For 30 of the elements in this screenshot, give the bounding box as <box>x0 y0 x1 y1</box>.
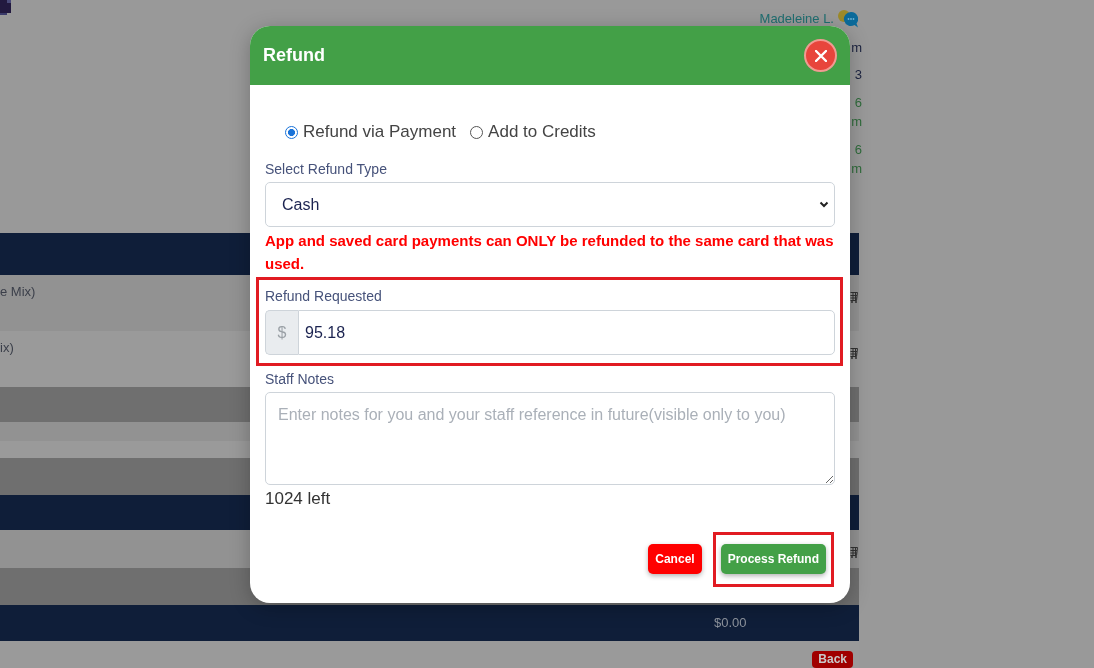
refund-amount-field[interactable]: 95.18 <box>298 310 835 355</box>
item-name: ix) <box>0 340 14 356</box>
document-icon <box>0 0 11 15</box>
radio-option[interactable]: Refund via Payment <box>285 121 457 143</box>
currency-addon: $ <box>265 310 298 355</box>
staff-notes-field[interactable]: Enter notes for you and your staff reference in future(visible only to you) <box>265 392 835 485</box>
back-button[interactable]: Back <box>812 651 853 668</box>
column-text: 6 <box>854 94 862 112</box>
radio-button[interactable] <box>285 125 298 139</box>
chat-bubbles-icon <box>838 9 858 28</box>
column-text: m <box>851 113 862 131</box>
field-label: Select Refund Type <box>265 161 388 177</box>
radio-button[interactable] <box>470 125 484 139</box>
column-text: m <box>851 160 862 178</box>
item-name: e Mix) <box>0 284 36 300</box>
character-count: 1024 left <box>265 489 331 509</box>
field-label: Staff Notes <box>265 371 335 387</box>
cancel-button[interactable]: Cancel <box>648 544 702 574</box>
column-text: m <box>851 39 862 57</box>
close-icon <box>814 49 827 62</box>
refund-type-dropdown[interactable]: Cash <box>265 182 835 227</box>
dialog-title: Refund <box>263 45 325 66</box>
column-text: 3 <box>854 66 862 84</box>
field-label: Refund Requested <box>265 288 383 304</box>
radio-option[interactable]: Add to Credits <box>470 121 596 143</box>
column-text: 6 <box>854 141 862 159</box>
close-button[interactable] <box>804 39 837 72</box>
warning-text: App and saved card payments can ONLY be refunded to the same card that was used. <box>265 231 835 274</box>
chevron-down-icon <box>819 201 829 208</box>
summary-amount: $0.00 <box>714 615 747 631</box>
